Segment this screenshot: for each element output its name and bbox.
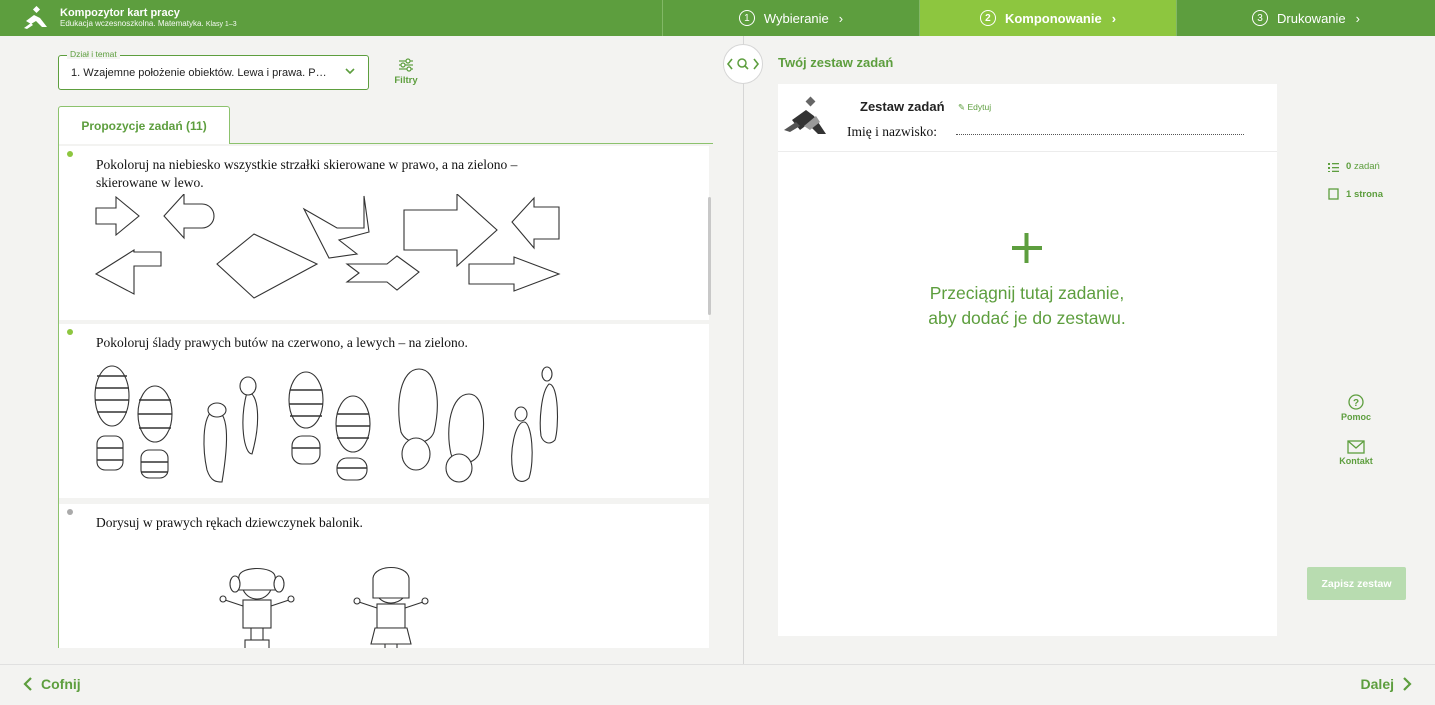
task-text: Pokoloruj ślady prawych butów na czerwon…: [96, 335, 468, 350]
task-list-scrollbar[interactable]: [708, 197, 711, 315]
step-label: Drukowanie: [1277, 10, 1346, 26]
shoe-prints-illustration: [94, 365, 558, 483]
svg-text:?: ?: [1353, 398, 1359, 409]
tasks-count: 0 zadań: [1328, 161, 1380, 172]
step-number: 3: [1252, 10, 1268, 26]
chevron-right-icon: ›: [1111, 10, 1117, 26]
app-subtitle: Edukacja wczesnoszkolna. Matematyka.: [60, 18, 204, 28]
chevron-right-icon: [1403, 677, 1412, 691]
panel-resize-toggle[interactable]: [723, 44, 763, 84]
status-dot: [67, 329, 73, 335]
task-card[interactable]: Pokoloruj na niebiesko wszystkie strzałk…: [59, 146, 709, 320]
dropzone-hint-line2: aby dodać je do zestawu.: [928, 308, 1126, 328]
save-set-button[interactable]: Zapisz zestaw: [1307, 567, 1406, 600]
step-label: Wybieranie: [763, 10, 829, 26]
name-field-line: [956, 134, 1244, 135]
help-icon: ?: [1348, 394, 1364, 410]
step-label: Komponowanie: [1004, 10, 1102, 26]
sliders-icon: [399, 58, 413, 72]
name-field-label: Imię i nazwisko:: [847, 124, 937, 139]
step-wybieranie[interactable]: 1 Wybieranie ›: [663, 0, 920, 36]
plus-icon: [1012, 233, 1042, 263]
list-icon: [1328, 162, 1339, 172]
edit-title-button[interactable]: ✎ Edytuj: [958, 102, 991, 113]
app-logo-icon: [24, 6, 47, 29]
tasks-count-label: zadań: [1353, 161, 1380, 172]
help-label: Pomoc: [1340, 412, 1371, 422]
task-list[interactable]: Pokoloruj na niebiesko wszystkie strzałk…: [58, 144, 710, 648]
footer-nav: Cofnij Dalej: [0, 664, 1435, 705]
pages-count: 1 strona: [1328, 188, 1383, 200]
app-title: Kompozytor kart pracy: [60, 6, 180, 19]
tasks-count-value: 0: [1346, 161, 1352, 172]
zoom-arrows-icon: [726, 58, 760, 70]
dropzone-hint-line1: Przeciągnij tutaj zadanie,: [929, 283, 1125, 303]
contact-button[interactable]: Kontakt: [1332, 440, 1380, 466]
step-number: 2: [979, 10, 996, 26]
back-button[interactable]: Cofnij: [22, 676, 81, 692]
topic-select-value: 1. Wzajemne położenie obiektów. Lewa i p…: [71, 67, 327, 79]
status-dot: [67, 509, 73, 515]
arrows-illustration: [94, 194, 561, 299]
set-panel-title: Twój zestaw zadań: [778, 55, 894, 70]
app-subtitle-classes: Klasy 1–3: [205, 20, 237, 28]
task-card[interactable]: Pokoloruj ślady prawych butów na czerwon…: [59, 324, 709, 498]
envelope-icon: [1347, 440, 1365, 454]
girls-illustration: [219, 566, 429, 648]
pages-count-label: strona: [1353, 188, 1383, 200]
filters-button[interactable]: Filtry: [389, 58, 423, 86]
worksheet-title: Zestaw zadań: [860, 99, 945, 114]
dropzone-hint: Przeciągnij tutaj zadanie, aby dodać je …: [838, 281, 1216, 331]
step-drukowanie[interactable]: 3 Drukowanie ›: [1177, 0, 1435, 36]
task-card[interactable]: Dorysuj w prawych rękach dziewczynek bal…: [59, 504, 709, 648]
step-komponowanie[interactable]: 2 Komponowanie ›: [920, 0, 1177, 36]
next-label: Dalej: [1360, 676, 1394, 692]
pencil-icon: ✎: [958, 102, 966, 112]
page-icon: [1328, 188, 1339, 200]
chevron-down-icon: [345, 68, 355, 75]
edit-label: Edytuj: [967, 102, 992, 112]
task-text: Pokoloruj na niebiesko wszystkie strzałk…: [96, 157, 518, 190]
topic-select-legend: Dział i temat: [67, 49, 120, 59]
back-label: Cofnij: [41, 676, 81, 692]
brand: Kompozytor kart pracy Edukacja wczesnosz…: [0, 0, 663, 36]
chevron-left-icon: [23, 677, 32, 691]
pages-count-value: 1: [1346, 188, 1352, 200]
filters-label: Filtry: [394, 75, 418, 86]
worksheet-header: Zestaw zadań ✎ Edytuj Imię i nazwisko:: [778, 84, 1277, 152]
panel-divider: [743, 36, 744, 664]
top-bar: Kompozytor kart pracy Edukacja wczesnosz…: [0, 0, 1435, 36]
tab-propozycje[interactable]: Propozycje zadań (11): [58, 106, 230, 144]
task-text: Dorysuj w prawych rękach dziewczynek bal…: [96, 515, 363, 530]
topic-select[interactable]: Dział i temat 1. Wzajemne położenie obie…: [58, 49, 369, 90]
sheet-logo-icon: [784, 96, 826, 134]
step-number: 1: [738, 10, 755, 26]
status-dot: [67, 151, 73, 157]
worksheet-dropzone[interactable]: Zestaw zadań ✎ Edytuj Imię i nazwisko: P…: [778, 84, 1277, 636]
help-button[interactable]: ? Pomoc: [1332, 394, 1380, 422]
contact-label: Kontakt: [1339, 456, 1373, 466]
chevron-right-icon: ›: [838, 10, 844, 26]
next-button[interactable]: Dalej: [1361, 676, 1413, 692]
chevron-right-icon: ›: [1355, 10, 1360, 26]
